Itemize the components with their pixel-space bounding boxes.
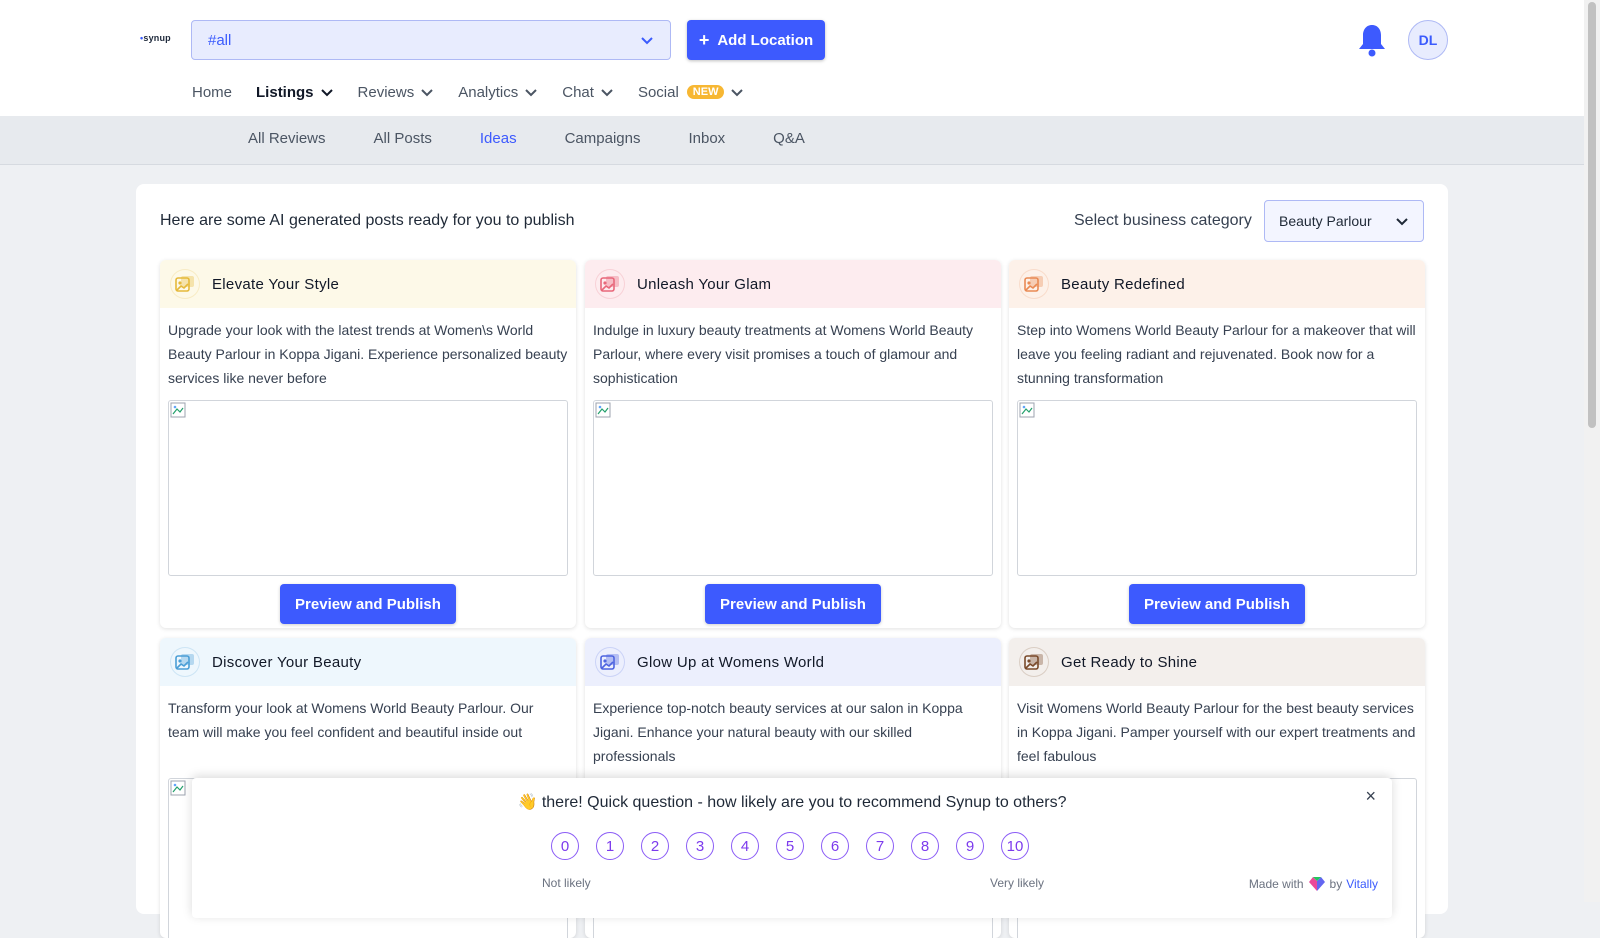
post-card-header: Discover Your Beauty [160,638,576,686]
chevron-down-icon [1396,218,1408,226]
category-select-value: Beauty Parlour [1279,213,1372,229]
post-card-header: Glow Up at Womens World [585,638,1001,686]
post-image-placeholder [168,400,568,576]
chevron-down-icon [525,89,537,97]
nps-score-8[interactable]: 8 [911,832,939,860]
category-select[interactable]: Beauty Parlour [1264,200,1424,242]
post-body: Visit Womens World Beauty Parlour for th… [1017,700,1416,764]
preview-and-publish-button[interactable]: Preview and Publish [705,584,881,624]
nav-item-social[interactable]: Social NEW [638,84,745,101]
post-card-header: Get Ready to Shine [1009,638,1425,686]
scrollbar-thumb[interactable] [1588,2,1596,428]
post-body: Experience top-notch beauty services at … [593,700,963,764]
nav-item-chat[interactable]: Chat [562,84,614,101]
made-with-vitally[interactable]: Made with by Vitally [1249,876,1378,892]
bell-icon[interactable] [1356,22,1388,58]
image-icon [170,269,200,299]
chevron-down-icon [421,89,433,97]
post-title: Discover Your Beauty [212,653,362,671]
nps-score-0[interactable]: 0 [551,832,579,860]
post-title: Get Ready to Shine [1061,653,1198,671]
chevron-down-icon [601,89,613,97]
tab-all-reviews[interactable]: All Reviews [248,130,326,147]
post-body: Indulge in luxury beauty treatments at W… [593,322,974,386]
chevron-down-icon [320,89,333,97]
nps-score-5[interactable]: 5 [776,832,804,860]
nps-score-3[interactable]: 3 [686,832,714,860]
post-image-placeholder [593,400,993,576]
chevron-down-icon [641,37,653,45]
nps-score-1[interactable]: 1 [596,832,624,860]
nps-score-6[interactable]: 6 [821,832,849,860]
vitally-logo-icon [1308,877,1325,891]
main-nav: Home Listings Reviews Analytics Chat Soc… [192,82,768,102]
new-badge: NEW [686,85,725,99]
image-icon [1019,269,1049,299]
tab-ideas[interactable]: Ideas [480,130,517,147]
post-title: Elevate Your Style [212,275,340,293]
nps-score-2[interactable]: 2 [641,832,669,860]
location-select-value: #all [208,31,232,49]
broken-image-icon [170,780,186,796]
image-icon [595,647,625,677]
tab-inbox[interactable]: Inbox [688,130,725,147]
post-body: Upgrade your look with the latest trends… [168,322,568,386]
broken-image-icon [1019,402,1035,418]
nps-survey: 👋 there! Quick question - how likely are… [192,778,1392,918]
nps-score-4[interactable]: 4 [731,832,759,860]
survey-question: 👋 there! Quick question - how likely are… [517,794,1067,811]
post-body: Step into Womens World Beauty Parlour fo… [1017,322,1416,386]
tab-qa[interactable]: Q&A [773,130,805,147]
post-card-header: Beauty Redefined [1009,260,1425,308]
scrollbar[interactable] [1584,0,1600,902]
page-title: Here are some AI generated posts ready f… [160,212,575,229]
chevron-down-icon [731,89,744,97]
tab-all-posts[interactable]: All Posts [374,130,432,147]
post-card: Elevate Your Style Upgrade your look with… [160,260,576,628]
preview-and-publish-button[interactable]: Preview and Publish [1129,584,1305,624]
category-label: Select business category [1074,212,1252,229]
add-location-label: Add Location [717,31,814,49]
broken-image-icon [170,402,186,418]
post-title: Unleash Your Glam [637,275,772,293]
post-image-placeholder [1017,400,1417,576]
nav-item-analytics[interactable]: Analytics [458,84,538,101]
nav-item-reviews[interactable]: Reviews [358,84,435,101]
plus-icon: + [698,30,710,50]
post-card: Beauty Redefined Step into Womens World B… [1009,260,1425,628]
synup-logo[interactable]: •synup [140,33,171,43]
image-icon [595,269,625,299]
post-title: Glow Up at Womens World [637,653,825,671]
post-body: Transform your look at Womens World Beau… [168,700,534,740]
image-icon [170,647,200,677]
nps-score-7[interactable]: 7 [866,832,894,860]
post-title: Beauty Redefined [1061,275,1186,293]
not-likely-label: Not likely [542,876,591,890]
nav-item-listings[interactable]: Listings [256,84,334,101]
nps-score-9[interactable]: 9 [956,832,984,860]
post-card: Unleash Your Glam Indulge in luxury beaut… [585,260,1001,628]
image-icon [1019,647,1049,677]
sub-nav: All Reviews All Posts Ideas Campaigns In… [0,116,1584,165]
nps-scale: 0 1 2 3 4 5 6 7 8 9 10 [551,832,1046,860]
close-icon[interactable]: × [1365,786,1376,807]
top-header: •synup #all + Add Location DL Home Listi… [0,0,1584,116]
nps-score-10[interactable]: 10 [1001,832,1029,860]
post-card-header: Unleash Your Glam [585,260,1001,308]
tab-campaigns[interactable]: Campaigns [565,130,641,147]
avatar[interactable]: DL [1408,20,1448,60]
add-location-button[interactable]: + Add Location [687,20,825,60]
broken-image-icon [595,402,611,418]
post-card-header: Elevate Your Style [160,260,576,308]
nav-item-home[interactable]: Home [192,84,232,101]
very-likely-label: Very likely [990,876,1045,890]
preview-and-publish-button[interactable]: Preview and Publish [280,584,456,624]
location-select[interactable]: #all [191,20,671,60]
